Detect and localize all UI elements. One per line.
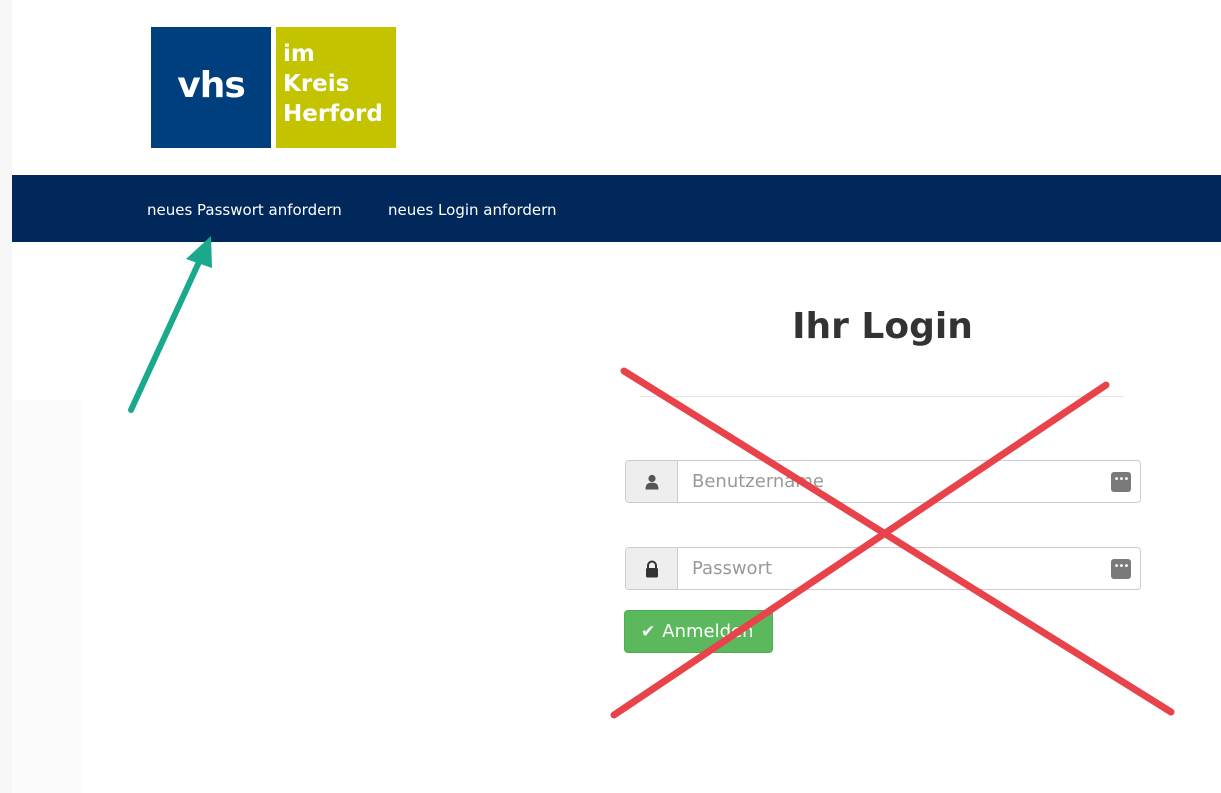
lock-icon [626, 548, 678, 589]
logo-line-2: Kreis [283, 71, 350, 97]
top-navbar: neues Passwort anfordern neues Login anf… [12, 175, 1221, 242]
page-edge-shade [12, 400, 82, 793]
password-manager-icon[interactable]: ••• [1111, 472, 1131, 492]
nav-request-new-login[interactable]: neues Login anfordern [388, 201, 557, 219]
red-cross-annotation [610, 367, 1175, 719]
logo-region-block: im Kreis Herford [276, 27, 396, 148]
user-icon [626, 461, 678, 502]
username-input[interactable] [678, 461, 1140, 502]
nav-request-new-password[interactable]: neues Passwort anfordern [147, 201, 342, 219]
login-button-label: Anmelden [662, 621, 754, 642]
logo-vhs-block: vhs [151, 27, 271, 148]
checkmark-icon: ✔ [641, 621, 656, 642]
page-edge [0, 0, 12, 793]
green-arrow-annotation [128, 236, 212, 413]
title-divider [640, 396, 1124, 397]
password-manager-icon[interactable]: ••• [1111, 559, 1131, 579]
vhs-logo[interactable]: vhs im Kreis Herford [151, 27, 396, 148]
page-title: Ihr Login [792, 306, 973, 347]
logo-line-3: Herford [283, 101, 383, 127]
login-button[interactable]: ✔ Anmelden [624, 610, 773, 653]
username-group: ••• [625, 460, 1141, 503]
password-input[interactable] [678, 548, 1140, 589]
logo-line-1: im [283, 41, 315, 67]
password-group: ••• [625, 547, 1141, 590]
